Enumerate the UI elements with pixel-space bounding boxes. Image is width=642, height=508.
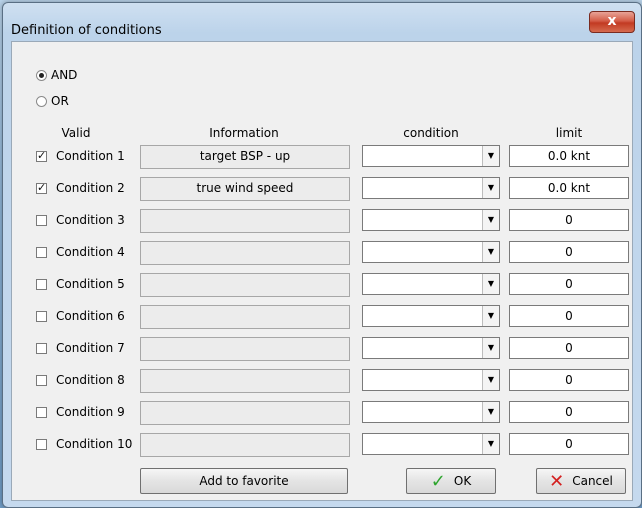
header-information: Information — [209, 126, 279, 140]
close-icon: x — [607, 13, 617, 29]
condition-checkbox[interactable] — [36, 181, 47, 194]
condition-select[interactable]: ▼ — [362, 273, 500, 295]
radio-or-indicator[interactable] — [36, 95, 47, 107]
ok-button[interactable]: ✓ OK — [406, 468, 496, 494]
chevron-down-icon[interactable]: ▼ — [482, 402, 499, 422]
condition-checkbox[interactable] — [36, 149, 47, 162]
condition-label: Condition 7 — [56, 341, 125, 355]
cross-icon: ✕ — [549, 470, 565, 492]
condition-row: Condition 8 ▼ 0 — [12, 368, 632, 394]
information-field[interactable] — [140, 305, 350, 329]
information-field[interactable] — [140, 241, 350, 265]
condition-select[interactable]: ▼ — [362, 369, 500, 391]
chevron-down-icon[interactable]: ▼ — [482, 434, 499, 454]
window-title: Definition of conditions — [11, 23, 162, 38]
condition-checkbox[interactable] — [36, 247, 47, 258]
chevron-down-icon[interactable]: ▼ — [482, 274, 499, 294]
header-limit: limit — [555, 126, 583, 140]
information-field[interactable] — [140, 273, 350, 297]
information-field[interactable] — [140, 401, 350, 425]
chevron-down-icon[interactable]: ▼ — [482, 146, 499, 166]
chevron-down-icon[interactable]: ▼ — [482, 370, 499, 390]
limit-input[interactable]: 0 — [509, 401, 629, 423]
condition-label: Condition 8 — [56, 373, 125, 387]
condition-label: Condition 9 — [56, 405, 125, 419]
limit-input[interactable]: 0 — [509, 241, 629, 263]
condition-label: Condition 10 — [56, 437, 133, 451]
information-field[interactable]: true wind speed — [140, 177, 350, 201]
close-button[interactable]: x — [589, 11, 635, 33]
information-field[interactable] — [140, 433, 350, 457]
limit-input[interactable]: 0.0 knt — [509, 145, 629, 167]
limit-input[interactable]: 0 — [509, 273, 629, 295]
condition-checkbox[interactable] — [36, 439, 47, 450]
condition-row: Condition 7 ▼ 0 — [12, 336, 632, 362]
condition-row: Condition 5 ▼ 0 — [12, 272, 632, 298]
cancel-button[interactable]: ✕ Cancel — [536, 468, 626, 494]
chevron-down-icon[interactable]: ▼ — [482, 242, 499, 262]
radio-and-indicator[interactable] — [36, 69, 47, 81]
condition-checkbox[interactable] — [36, 279, 47, 290]
condition-select[interactable]: ▼ — [362, 433, 500, 455]
add-to-favorite-label: Add to favorite — [199, 474, 289, 488]
radio-or[interactable]: OR — [36, 94, 69, 108]
header-valid: Valid — [61, 126, 91, 140]
dialog-window: Definition of conditions x AND OR Valid … — [2, 2, 642, 508]
condition-row: Condition 1 target BSP - up ▼ 0.0 knt — [12, 144, 632, 170]
limit-input[interactable]: 0 — [509, 337, 629, 359]
condition-checkbox[interactable] — [36, 311, 47, 322]
condition-label: Condition 6 — [56, 309, 125, 323]
cancel-label: Cancel — [572, 474, 613, 488]
title-bar[interactable]: Definition of conditions x — [3, 3, 641, 41]
condition-row: Condition 9 ▼ 0 — [12, 400, 632, 426]
condition-select[interactable]: ▼ — [362, 209, 500, 231]
information-field[interactable] — [140, 369, 350, 393]
condition-label: Condition 5 — [56, 277, 125, 291]
condition-row: Condition 6 ▼ 0 — [12, 304, 632, 330]
condition-select[interactable]: ▼ — [362, 145, 500, 167]
information-field[interactable] — [140, 337, 350, 361]
radio-and-label: AND — [51, 68, 78, 82]
limit-input[interactable]: 0 — [509, 209, 629, 231]
chevron-down-icon[interactable]: ▼ — [482, 338, 499, 358]
limit-input[interactable]: 0 — [509, 433, 629, 455]
limit-input[interactable]: 0.0 knt — [509, 177, 629, 199]
chevron-down-icon[interactable]: ▼ — [482, 306, 499, 326]
condition-label: Condition 2 — [56, 181, 125, 195]
condition-row: Condition 10 ▼ 0 — [12, 432, 632, 458]
limit-input[interactable]: 0 — [509, 369, 629, 391]
checkmark-icon: ✓ — [430, 470, 446, 492]
condition-checkbox[interactable] — [36, 375, 47, 386]
condition-select[interactable]: ▼ — [362, 401, 500, 423]
condition-checkbox[interactable] — [36, 215, 47, 226]
condition-select[interactable]: ▼ — [362, 337, 500, 359]
ok-label: OK — [453, 474, 472, 488]
chevron-down-icon[interactable]: ▼ — [482, 210, 499, 230]
condition-select[interactable]: ▼ — [362, 177, 500, 199]
condition-label: Condition 4 — [56, 245, 125, 259]
header-condition: condition — [403, 126, 459, 140]
limit-input[interactable]: 0 — [509, 305, 629, 327]
information-field[interactable]: target BSP - up — [140, 145, 350, 169]
condition-label: Condition 3 — [56, 213, 125, 227]
condition-checkbox[interactable] — [36, 407, 47, 418]
dialog-client-area: AND OR Valid Information condition limit… — [11, 41, 633, 501]
add-to-favorite-button[interactable]: Add to favorite — [140, 468, 348, 494]
condition-checkbox[interactable] — [36, 343, 47, 354]
radio-and[interactable]: AND — [36, 68, 77, 82]
condition-row: Condition 2 true wind speed ▼ 0.0 knt — [12, 176, 632, 202]
condition-select[interactable]: ▼ — [362, 305, 500, 327]
radio-or-label: OR — [51, 94, 69, 108]
chevron-down-icon[interactable]: ▼ — [482, 178, 499, 198]
condition-row: Condition 4 ▼ 0 — [12, 240, 632, 266]
condition-row: Condition 3 ▼ 0 — [12, 208, 632, 234]
condition-select[interactable]: ▼ — [362, 241, 500, 263]
condition-label: Condition 1 — [56, 149, 125, 163]
information-field[interactable] — [140, 209, 350, 233]
